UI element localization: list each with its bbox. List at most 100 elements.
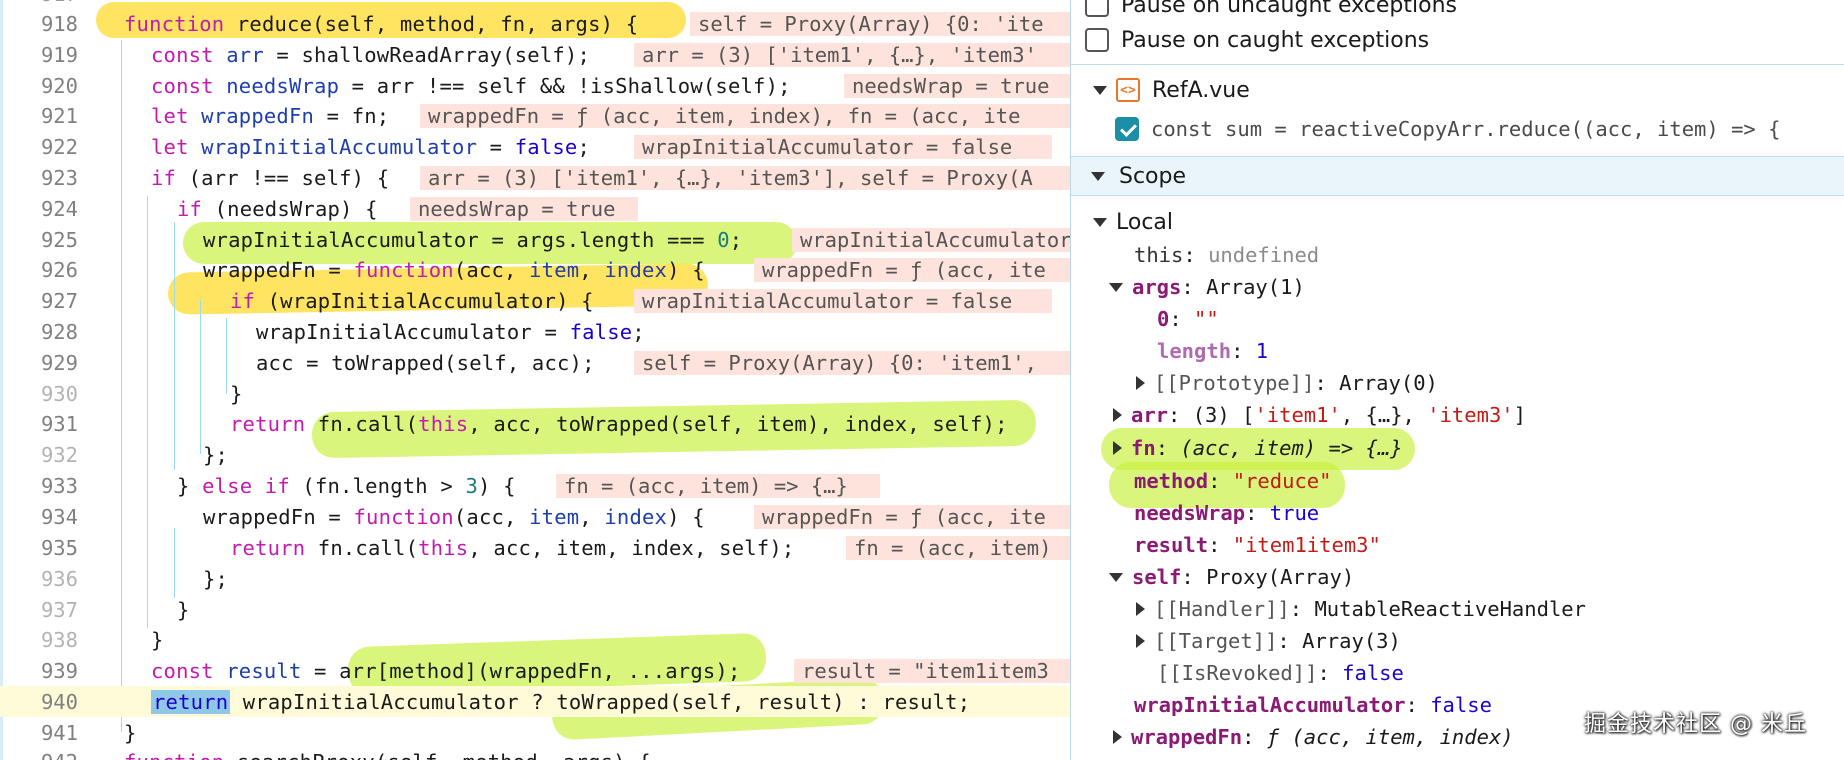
code-line[interactable]: 933 } else if (fn.length > 3) { fn = (ac… xyxy=(0,470,1070,501)
code-text: wrapInitialAccumulator = false; xyxy=(256,320,645,344)
var-args-prototype[interactable]: [[Prototype]]: Array(0) xyxy=(1136,368,1438,398)
code-line[interactable]: 922 let wrapInitialAccumulator = false; … xyxy=(0,131,1070,162)
line-number[interactable]: 921 xyxy=(0,104,78,128)
var-self-isrevoked[interactable]: [[IsRevoked]]: false xyxy=(1157,658,1404,688)
var-method[interactable]: method: "reduce" xyxy=(1134,466,1332,496)
breakpoint-checkbox[interactable] xyxy=(1115,117,1139,141)
var-self-target[interactable]: [[Target]]: Array(3) xyxy=(1136,626,1401,656)
code-line[interactable]: 937 } xyxy=(0,594,1070,625)
current-execution-line[interactable]: 940 return wrapInitialAccumulator ? toWr… xyxy=(0,686,1070,717)
line-number[interactable]: 926 xyxy=(0,258,78,282)
var-wrapinitialaccumulator[interactable]: wrapInitialAccumulator: false xyxy=(1134,690,1492,720)
chevron-down-icon[interactable] xyxy=(1093,85,1107,95)
code-line[interactable]: 942 function searchProxy(self, method, a… xyxy=(0,746,1070,760)
chevron-down-icon[interactable] xyxy=(1109,282,1123,292)
line-number[interactable]: 929 xyxy=(0,351,78,375)
code-line[interactable]: 926 wrappedFn = function(acc, item, inde… xyxy=(0,254,1070,285)
code-text: return wrapInitialAccumulator ? toWrappe… xyxy=(151,690,971,714)
chevron-right-icon[interactable] xyxy=(1113,730,1122,744)
code-line[interactable]: 934 wrappedFn = function(acc, item, inde… xyxy=(0,501,1070,532)
code-text: let wrapInitialAccumulator = false; xyxy=(151,135,591,159)
var-wrappedfn[interactable]: wrappedFn: ƒ (acc, item, index) xyxy=(1113,722,1514,752)
code-line[interactable]: 923 if (arr !== self) { arr = (3) ['item… xyxy=(0,162,1070,193)
code-text: const needsWrap = arr !== self && !isSha… xyxy=(151,74,791,98)
code-text: wrapInitialAccumulator = args.length ===… xyxy=(203,228,743,252)
pause-uncaught-checkbox[interactable] xyxy=(1085,0,1109,17)
var-self[interactable]: self: Proxy(Array) xyxy=(1109,562,1354,592)
code-line[interactable]: 925 wrapInitialAccumulator = args.length… xyxy=(0,224,1070,255)
line-number[interactable]: 935 xyxy=(0,536,78,560)
line-number[interactable]: 941 xyxy=(0,721,78,745)
code-line[interactable]: 918 function reduce(self, method, fn, ar… xyxy=(0,8,1070,39)
code-line[interactable]: 932 }; xyxy=(0,439,1070,470)
line-number[interactable]: 942 xyxy=(0,750,78,760)
line-number[interactable]: 918 xyxy=(0,12,78,36)
line-number[interactable]: 933 xyxy=(0,474,78,498)
var-args-length[interactable]: length: 1 xyxy=(1157,336,1268,366)
code-line[interactable]: 919 const arr = shallowReadArray(self); … xyxy=(0,39,1070,70)
line-number[interactable]: 936 xyxy=(0,567,78,591)
chevron-right-icon[interactable] xyxy=(1136,602,1145,616)
line-number[interactable]: 932 xyxy=(0,443,78,467)
code-line[interactable]: 938 } xyxy=(0,624,1070,655)
line-number[interactable]: 940 xyxy=(0,690,78,714)
code-text: wrappedFn = function(acc, item, index) { xyxy=(203,505,705,529)
inline-value: arr = (3) ['item1', {…}, 'item3' xyxy=(634,43,1070,67)
inline-value: wrappedFn = ƒ (acc, item, index), fn = (… xyxy=(420,104,1070,128)
line-number[interactable]: 920 xyxy=(0,74,78,98)
var-args-0[interactable]: 0: "" xyxy=(1157,304,1219,334)
chevron-down-icon[interactable] xyxy=(1109,572,1123,582)
var-needswrap[interactable]: needsWrap: true xyxy=(1134,498,1319,528)
var-result[interactable]: result: "item1item3" xyxy=(1134,530,1381,560)
line-number[interactable]: 927 xyxy=(0,289,78,313)
pause-caught-option[interactable]: Pause on caught exceptions xyxy=(1085,25,1429,55)
code-line[interactable]: 941 } xyxy=(0,717,1070,748)
code-text: } xyxy=(151,628,164,652)
code-line[interactable]: 931 return fn.call(this, acc, toWrapped(… xyxy=(0,408,1070,439)
line-number[interactable]: 923 xyxy=(0,166,78,190)
pause-caught-checkbox[interactable] xyxy=(1085,28,1109,52)
chevron-down-icon[interactable] xyxy=(1093,217,1107,227)
var-arr[interactable]: arr: (3) ['item1', {…}, 'item3'] xyxy=(1113,400,1526,430)
line-number[interactable]: 930 xyxy=(0,382,78,406)
local-scope-header[interactable]: Local xyxy=(1093,207,1173,237)
line-number[interactable]: 931 xyxy=(0,412,78,436)
chevron-right-icon[interactable] xyxy=(1136,376,1145,390)
chevron-right-icon[interactable] xyxy=(1136,634,1145,648)
breakpoint-file-name: RefA.vue xyxy=(1152,77,1250,103)
line-number[interactable]: 919 xyxy=(0,43,78,67)
breakpoint-code: const sum = reactiveCopyArr.reduce((acc,… xyxy=(1151,117,1781,141)
chevron-down-icon[interactable] xyxy=(1091,171,1105,181)
line-number[interactable]: 939 xyxy=(0,659,78,683)
breakpoint-file-row[interactable]: <> RefA.vue xyxy=(1093,75,1250,105)
code-line[interactable]: 930 } xyxy=(0,378,1070,409)
code-line[interactable]: 927 if (wrapInitialAccumulator) { wrapIn… xyxy=(0,285,1070,316)
line-number[interactable]: 937 xyxy=(0,598,78,622)
var-this[interactable]: this: undefined xyxy=(1134,240,1319,270)
code-line[interactable]: 939 const result = arr[method](wrappedFn… xyxy=(0,655,1070,686)
breakpoint-row[interactable]: const sum = reactiveCopyArr.reduce((acc,… xyxy=(1115,114,1780,144)
line-number[interactable]: 924 xyxy=(0,197,78,221)
code-line[interactable]: 920 const needsWrap = arr !== self && !i… xyxy=(0,70,1070,101)
var-self-handler[interactable]: [[Handler]]: MutableReactiveHandler xyxy=(1136,594,1586,624)
code-line[interactable]: 921 let wrappedFn = fn; wrappedFn = ƒ (a… xyxy=(0,100,1070,131)
line-number[interactable]: 928 xyxy=(0,320,78,344)
code-line[interactable]: 928 wrapInitialAccumulator = false; xyxy=(0,316,1070,347)
pause-uncaught-option[interactable]: Pause on uncaught exceptions xyxy=(1085,0,1457,20)
scope-section-header[interactable]: Scope xyxy=(1071,156,1844,196)
line-number[interactable]: 922 xyxy=(0,135,78,159)
line-number[interactable]: 938 xyxy=(0,628,78,652)
inline-value: needsWrap = true xyxy=(844,74,1070,98)
chevron-right-icon[interactable] xyxy=(1113,408,1122,422)
code-line[interactable]: 929 acc = toWrapped(self, acc); self = P… xyxy=(0,347,1070,378)
code-line[interactable]: 924 if (needsWrap) { needsWrap = true xyxy=(0,193,1070,224)
chevron-right-icon[interactable] xyxy=(1113,441,1122,455)
line-number[interactable]: 917 xyxy=(0,0,78,6)
line-number[interactable]: 934 xyxy=(0,505,78,529)
code-line[interactable]: 935 return fn.call(this, acc, item, inde… xyxy=(0,532,1070,563)
code-line[interactable]: 936 }; xyxy=(0,563,1070,594)
line-number[interactable]: 925 xyxy=(0,228,78,252)
var-fn[interactable]: fn: (acc, item) => {…} xyxy=(1113,433,1403,463)
var-args[interactable]: args: Array(1) xyxy=(1109,272,1305,302)
source-editor[interactable]: 917 918 function reduce(self, method, fn… xyxy=(0,0,1070,760)
